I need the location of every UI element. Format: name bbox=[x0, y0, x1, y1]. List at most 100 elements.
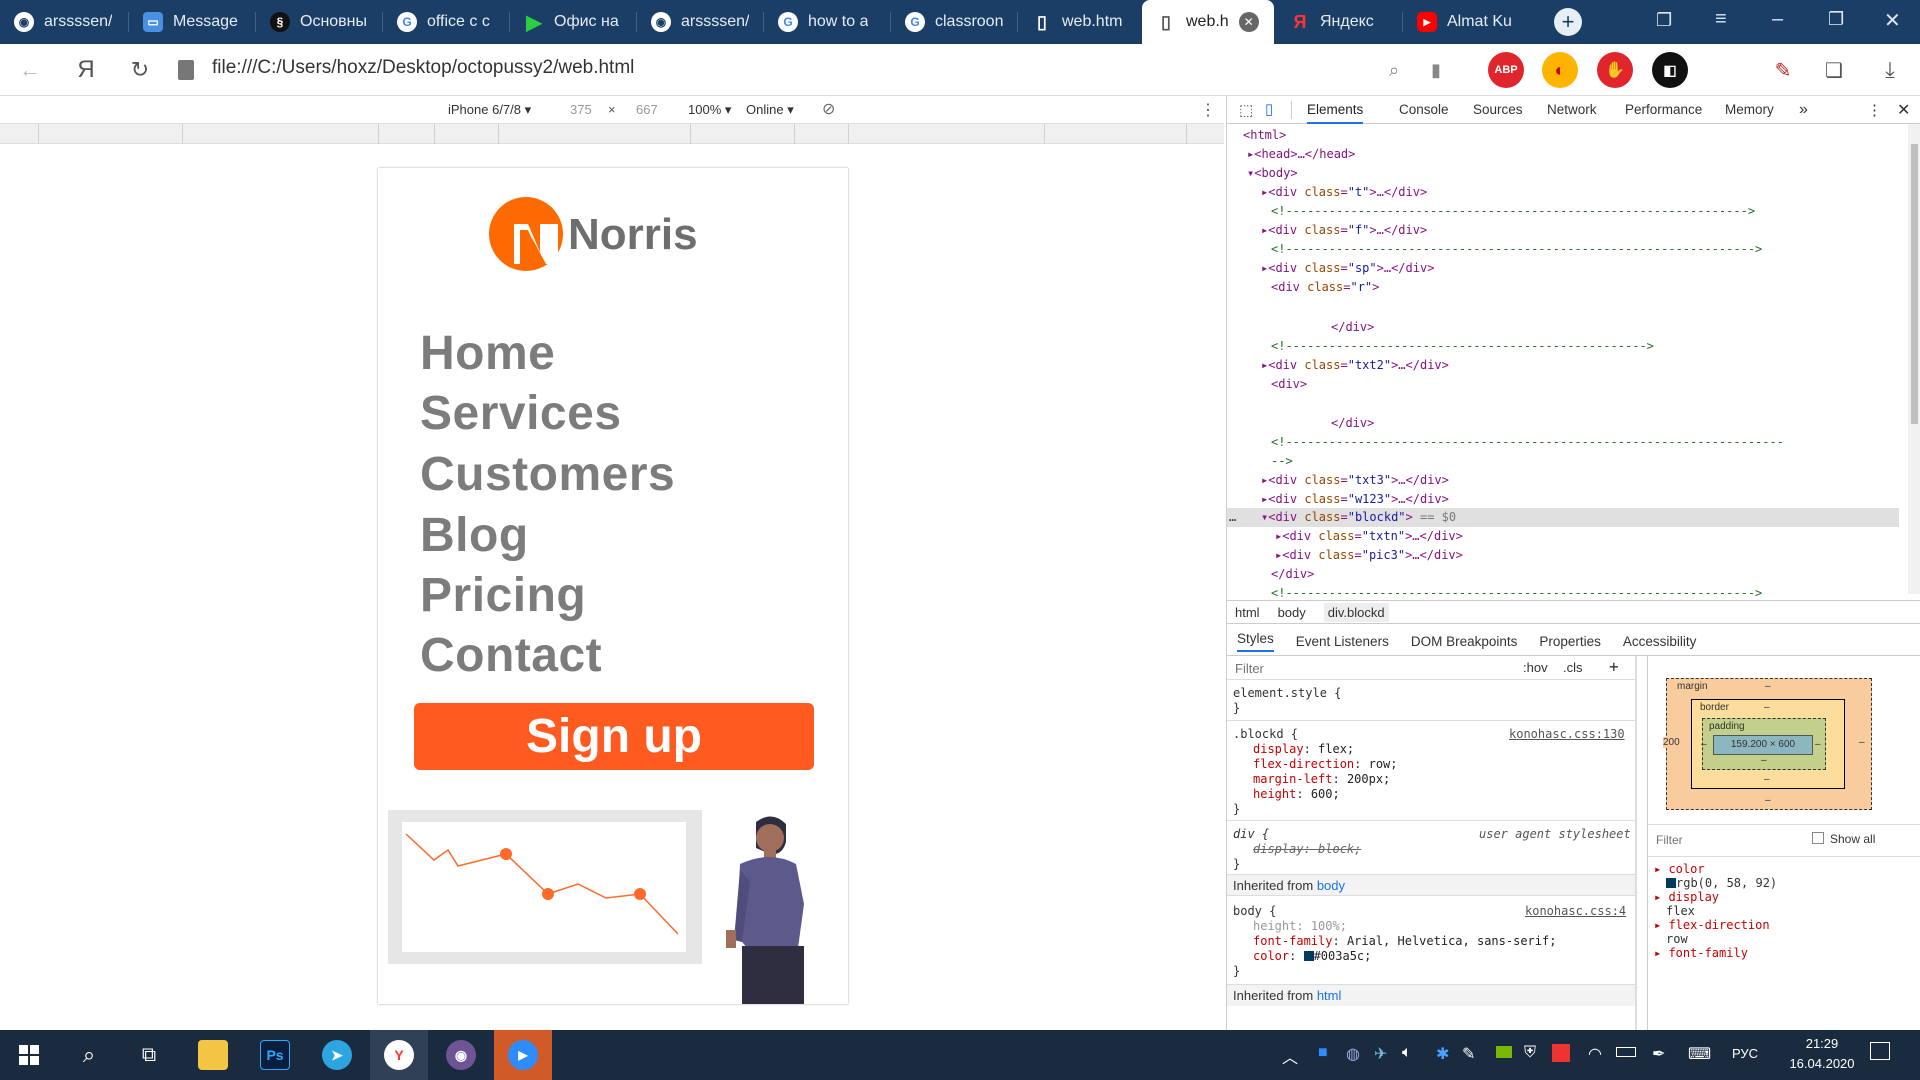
subtab-properties[interactable]: Properties bbox=[1539, 634, 1601, 649]
wifi-icon[interactable]: ◠ bbox=[1588, 1044, 1602, 1064]
nav-pricing[interactable]: Pricing bbox=[420, 568, 586, 623]
dom-div-f[interactable]: ▸<div class="f">…</div> bbox=[1261, 223, 1427, 237]
tab-memory[interactable]: Memory bbox=[1725, 96, 1774, 124]
devtools-menu-icon[interactable]: ⋮ bbox=[1867, 101, 1882, 119]
tray-network-icon[interactable]: ◍ bbox=[1346, 1044, 1360, 1064]
css-prop-row[interactable]: display: flex; bbox=[1253, 742, 1354, 756]
tab-0[interactable]: ◉ arssssen/ bbox=[0, 0, 128, 44]
yandex-browser-button[interactable]: Y bbox=[370, 1030, 428, 1080]
subtab-event-listeners[interactable]: Event Listeners bbox=[1296, 634, 1389, 649]
tab-6[interactable]: Ghow to a bbox=[764, 0, 890, 44]
box-padding[interactable]: padding – – – 159.200 × 600 bbox=[1701, 718, 1826, 770]
close-devtools-icon[interactable]: ✕ bbox=[1897, 100, 1910, 120]
dom-div-txt2[interactable]: ▸<div class="txt2">…</div> bbox=[1261, 358, 1449, 372]
computed-display[interactable]: ▸ display bbox=[1654, 890, 1777, 904]
device-mode-icon[interactable]: ▯ bbox=[1265, 100, 1273, 118]
url-input[interactable]: file:///C:/Users/hoxz/Desktop/octopussy2… bbox=[212, 57, 634, 79]
tab-active[interactable]: ▯ web.h ✕ bbox=[1142, 0, 1274, 44]
tray-bluetooth-helper-icon[interactable]: ✈ bbox=[1374, 1044, 1387, 1064]
zoom-select[interactable]: 100% ▾ bbox=[688, 102, 731, 118]
tab-console[interactable]: Console bbox=[1399, 96, 1449, 124]
tab-sources[interactable]: Sources bbox=[1473, 96, 1523, 124]
computed-color[interactable]: ▸ color bbox=[1654, 862, 1777, 876]
tab-5[interactable]: ◉ arssssen/ bbox=[637, 0, 763, 44]
nav-customers[interactable]: Customers bbox=[420, 447, 675, 502]
breadcrumb-html[interactable]: html bbox=[1235, 605, 1260, 620]
color-swatch[interactable] bbox=[1303, 951, 1314, 961]
tab-10[interactable]: Я Яндекс bbox=[1276, 0, 1402, 44]
rotate-icon[interactable]: ⊘ bbox=[822, 99, 835, 119]
start-button[interactable] bbox=[0, 1030, 58, 1080]
norris-logo[interactable] bbox=[488, 194, 564, 272]
nav-blog[interactable]: Blog bbox=[420, 508, 529, 563]
device-width-input[interactable]: 375 bbox=[570, 102, 592, 117]
tray-zoom-icon[interactable]: ■ bbox=[1318, 1044, 1328, 1062]
inspect-icon[interactable]: ⬚ bbox=[1239, 101, 1253, 119]
box-margin[interactable]: margin – 200 – – border – – padding – – … bbox=[1663, 678, 1872, 810]
breadcrumb-body[interactable]: body bbox=[1278, 605, 1306, 620]
language-indicator[interactable]: РУС bbox=[1732, 1046, 1758, 1061]
ua-selector[interactable]: div { bbox=[1233, 827, 1269, 841]
dom-div-pic3[interactable]: ▸<div class="pic3">…</div> bbox=[1275, 548, 1463, 562]
subtab-accessibility[interactable]: Accessibility bbox=[1623, 634, 1697, 649]
dom-div-blockd[interactable]: ▾<div class="blockd"> == $0 bbox=[1261, 510, 1456, 524]
breadcrumb-blockd[interactable]: div.blockd bbox=[1323, 602, 1389, 622]
subtab-styles[interactable]: Styles bbox=[1237, 631, 1274, 652]
extension-icon[interactable]: ◐ bbox=[1542, 52, 1578, 88]
dom-div-r[interactable]: <div class="r"> bbox=[1271, 280, 1379, 294]
tab-elements[interactable]: Elements bbox=[1307, 96, 1364, 124]
computed-flex-direction[interactable]: ▸ flex-direction bbox=[1654, 918, 1777, 932]
pen-icon[interactable]: ✒ bbox=[1652, 1044, 1665, 1064]
photoshop-button[interactable]: Ps bbox=[246, 1030, 304, 1080]
dom-div[interactable]: <div> bbox=[1271, 377, 1307, 391]
github-desktop-button[interactable]: ◉ bbox=[432, 1030, 490, 1080]
device-select[interactable]: iPhone 6/7/8 ▾ bbox=[448, 102, 531, 118]
battery-icon[interactable] bbox=[1616, 1047, 1636, 1057]
signup-button[interactable]: Sign up bbox=[414, 703, 814, 770]
dom-body[interactable]: ▾<body> bbox=[1247, 166, 1298, 180]
bluetooth-icon[interactable]: ✱ bbox=[1436, 1044, 1449, 1064]
tray-nvidia-icon[interactable] bbox=[1496, 1046, 1512, 1058]
notifications-icon[interactable] bbox=[1870, 1042, 1890, 1060]
tab-2[interactable]: § Основны bbox=[256, 0, 382, 44]
inherited-body-link[interactable]: body bbox=[1317, 878, 1345, 893]
eraser-icon[interactable]: ✎ bbox=[1767, 54, 1799, 86]
notes-icon[interactable]: ❏ bbox=[1818, 54, 1850, 86]
body-source-link[interactable]: konohasc.css:4 bbox=[1525, 904, 1626, 918]
show-all-checkbox[interactable] bbox=[1812, 832, 1824, 844]
margin-left-value[interactable]: 200 bbox=[1663, 737, 1680, 748]
nav-home[interactable]: Home bbox=[420, 326, 555, 381]
minimize-icon[interactable]: – bbox=[1772, 8, 1783, 31]
device-height-input[interactable]: 667 bbox=[636, 102, 658, 117]
box-border[interactable]: border – – padding – – – 159.200 × 600 bbox=[1691, 699, 1845, 789]
reload-icon[interactable]: ↻ bbox=[124, 54, 156, 86]
page-info-icon[interactable] bbox=[178, 60, 194, 80]
computed-font-family[interactable]: ▸ font-family bbox=[1654, 946, 1777, 960]
css-prop-row[interactable]: font-family: Arial, Helvetica, sans-seri… bbox=[1253, 934, 1556, 948]
telegram-button[interactable]: ➤ bbox=[308, 1030, 366, 1080]
styles-scrollbar[interactable] bbox=[1635, 656, 1637, 1030]
tab-7[interactable]: Gclassroon bbox=[891, 0, 1017, 44]
dom-div-txtn[interactable]: ▸<div class="txtn">…</div> bbox=[1275, 529, 1463, 543]
dom-div-txt3[interactable]: ▸<div class="txt3">…</div> bbox=[1261, 473, 1449, 487]
dom-div-t[interactable]: ▸<div class="t">…</div> bbox=[1261, 185, 1427, 199]
blockd-selector[interactable]: .blockd { bbox=[1233, 727, 1298, 741]
back-icon[interactable]: ← bbox=[14, 54, 46, 86]
dom-head[interactable]: ▸<head>…</head> bbox=[1247, 147, 1355, 161]
clock-time[interactable]: 21:29 bbox=[1792, 1036, 1852, 1051]
tab-4[interactable]: ▶ Офис на bbox=[510, 0, 636, 44]
task-view-icon[interactable]: ⧉ bbox=[120, 1030, 178, 1080]
blockd-source-link[interactable]: konohasc.css:130 bbox=[1509, 727, 1625, 741]
body-selector[interactable]: body { bbox=[1233, 904, 1276, 918]
tab-11[interactable]: ▶ Almat Ku bbox=[1403, 0, 1529, 44]
box-content[interactable]: 159.200 × 600 bbox=[1713, 735, 1813, 755]
new-tab-plus-icon[interactable]: + bbox=[1554, 8, 1582, 36]
new-rule-icon[interactable]: + bbox=[1609, 657, 1619, 676]
computed-filter-input[interactable] bbox=[1656, 830, 1776, 850]
css-prop-row[interactable]: height: 600; bbox=[1253, 787, 1340, 801]
stop-hand-icon[interactable]: ✋ bbox=[1597, 52, 1633, 88]
bookmark-icon[interactable]: ▮ bbox=[1420, 54, 1452, 86]
cls-toggle[interactable]: .cls bbox=[1563, 660, 1583, 675]
download-icon[interactable]: ⤓ bbox=[1874, 54, 1906, 86]
more-options-icon[interactable]: ⋮ bbox=[1200, 100, 1216, 120]
